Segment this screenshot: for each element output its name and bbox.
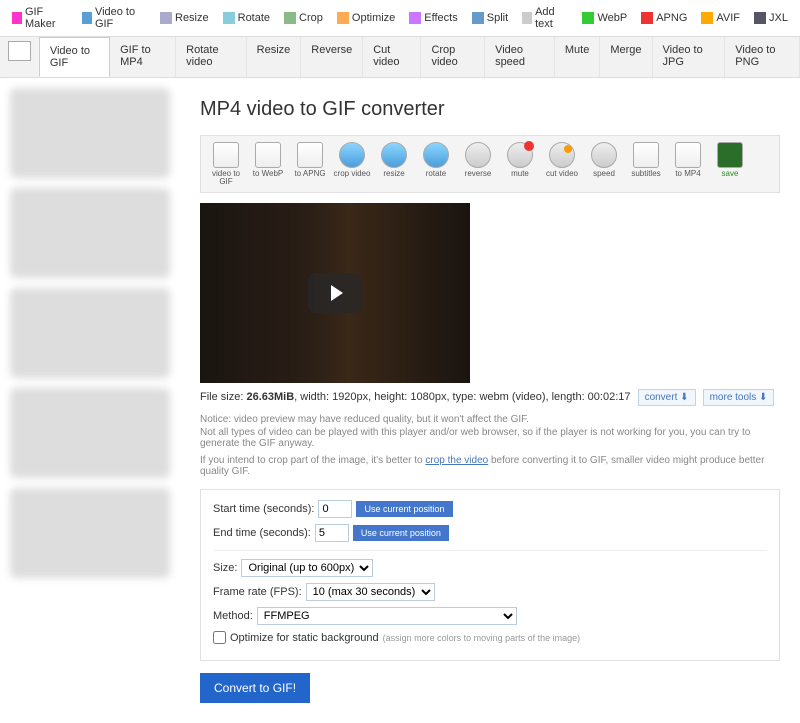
video-icon bbox=[82, 12, 92, 24]
subtitles-icon bbox=[633, 142, 659, 168]
text-icon bbox=[522, 12, 532, 24]
size-select[interactable]: Original (up to 600px) bbox=[241, 559, 373, 577]
to-MP4-icon bbox=[675, 142, 701, 168]
topnav-split[interactable]: Split bbox=[472, 6, 508, 30]
sidebar-ads bbox=[0, 78, 180, 723]
crop-video-icon bbox=[339, 142, 365, 168]
to-WebP-icon bbox=[255, 142, 281, 168]
subnav-crop-video[interactable]: Crop video bbox=[421, 37, 485, 77]
tool-to-APNG[interactable]: to APNG bbox=[289, 140, 331, 188]
top-nav: GIF Maker Video to GIF Resize Rotate Crop Opt… bbox=[0, 0, 800, 37]
topnav-gif[interactable]: GIF Maker bbox=[12, 6, 68, 30]
size-label: Size: bbox=[213, 562, 237, 574]
topnav-text[interactable]: Add text bbox=[522, 6, 568, 30]
subnav-video-to-jpg[interactable]: Video to JPG bbox=[653, 37, 726, 77]
video-to-GIF-icon bbox=[213, 142, 239, 168]
logo-icon bbox=[8, 41, 31, 61]
tool-reverse[interactable]: reverse bbox=[457, 140, 499, 188]
page-title: MP4 video to GIF converter bbox=[200, 98, 780, 121]
subnav-video-to-gif[interactable]: Video to GIF bbox=[39, 37, 110, 77]
subnav-merge[interactable]: Merge bbox=[600, 37, 652, 77]
topnav-optimize[interactable]: Optimize bbox=[337, 6, 395, 30]
apng-icon bbox=[641, 12, 653, 24]
optimize-hint: (assign more colors to moving parts of t… bbox=[383, 633, 581, 643]
subnav-video-speed[interactable]: Video speed bbox=[485, 37, 555, 77]
topnav-avif[interactable]: AVIF bbox=[701, 6, 740, 30]
end-time-input[interactable] bbox=[315, 524, 349, 542]
more-tools-link[interactable]: more tools ⬇ bbox=[703, 389, 775, 406]
speed-icon bbox=[591, 142, 617, 168]
tool-speed[interactable]: speed bbox=[583, 140, 625, 188]
crop-video-link[interactable]: crop the video bbox=[425, 455, 488, 466]
fps-label: Frame rate (FPS): bbox=[213, 586, 302, 598]
webp-icon bbox=[582, 12, 594, 24]
optimize-label: Optimize for static background bbox=[230, 632, 379, 644]
topnav-jxl[interactable]: JXL bbox=[754, 6, 788, 30]
reverse-icon bbox=[465, 142, 491, 168]
topnav-video[interactable]: Video to GIF bbox=[82, 6, 146, 30]
resize-icon bbox=[160, 12, 172, 24]
tool-to-WebP[interactable]: to WebP bbox=[247, 140, 289, 188]
method-label: Method: bbox=[213, 610, 253, 622]
use-current-end-button[interactable]: Use current position bbox=[353, 525, 449, 541]
tool-rotate[interactable]: rotate bbox=[415, 140, 457, 188]
subnav-reverse[interactable]: Reverse bbox=[301, 37, 363, 77]
cut-video-icon bbox=[549, 142, 575, 168]
rotate-icon bbox=[423, 142, 449, 168]
jxl-icon bbox=[754, 12, 766, 24]
play-icon[interactable] bbox=[308, 273, 362, 313]
video-player[interactable] bbox=[200, 203, 470, 383]
use-current-start-button[interactable]: Use current position bbox=[356, 501, 452, 517]
topnav-webp[interactable]: WebP bbox=[582, 6, 627, 30]
end-time-label: End time (seconds): bbox=[213, 527, 311, 539]
notice-text: Not all types of video can be played wit… bbox=[200, 427, 780, 449]
tool-crop-video[interactable]: crop video bbox=[331, 140, 373, 188]
avif-icon bbox=[701, 12, 713, 24]
notice-text: If you intend to crop part of the image,… bbox=[200, 455, 780, 477]
subnav-mute[interactable]: Mute bbox=[555, 37, 600, 77]
file-info: File size: 26.63MiB, width: 1920px, heig… bbox=[200, 389, 780, 406]
method-select[interactable]: FFMPEG bbox=[257, 607, 517, 625]
subnav-rotate-video[interactable]: Rotate video bbox=[176, 37, 246, 77]
topnav-effects[interactable]: Effects bbox=[409, 6, 457, 30]
mute-icon bbox=[507, 142, 533, 168]
topnav-apng[interactable]: APNG bbox=[641, 6, 687, 30]
tool-video-to-GIF[interactable]: video to GIF bbox=[205, 140, 247, 188]
main-content: MP4 video to GIF converter video to GIFt… bbox=[180, 78, 800, 723]
crop-icon bbox=[284, 12, 296, 24]
topnav-crop[interactable]: Crop bbox=[284, 6, 323, 30]
tool-save[interactable]: save bbox=[709, 140, 751, 188]
optimize-checkbox[interactable] bbox=[213, 631, 226, 644]
tool-subtitles[interactable]: subtitles bbox=[625, 140, 667, 188]
settings-form: Start time (seconds): Use current positi… bbox=[200, 489, 780, 661]
tool-to-MP4[interactable]: to MP4 bbox=[667, 140, 709, 188]
resize-icon bbox=[381, 142, 407, 168]
tool-mute[interactable]: mute bbox=[499, 140, 541, 188]
tool-cut-video[interactable]: cut video bbox=[541, 140, 583, 188]
optimize-icon bbox=[337, 12, 349, 24]
convert-button[interactable]: Convert to GIF! bbox=[200, 673, 310, 703]
topnav-rotate[interactable]: Rotate bbox=[223, 6, 270, 30]
gif-icon bbox=[12, 12, 22, 24]
to-APNG-icon bbox=[297, 142, 323, 168]
subnav-video-to-png[interactable]: Video to PNG bbox=[725, 37, 800, 77]
tool-bar: video to GIFto WebPto APNGcrop videoresi… bbox=[200, 135, 780, 193]
fps-select[interactable]: 10 (max 30 seconds) bbox=[306, 583, 435, 601]
subnav-gif-to-mp4[interactable]: GIF to MP4 bbox=[110, 37, 176, 77]
subnav-cut-video[interactable]: Cut video bbox=[363, 37, 421, 77]
save-icon bbox=[717, 142, 743, 168]
sub-nav: Video to GIFGIF to MP4Rotate videoResize… bbox=[0, 37, 800, 78]
notice-text: Notice: video preview may have reduced q… bbox=[200, 414, 780, 425]
topnav-resize[interactable]: Resize bbox=[160, 6, 209, 30]
convert-link[interactable]: convert ⬇ bbox=[638, 389, 696, 406]
split-icon bbox=[472, 12, 484, 24]
subnav-resize[interactable]: Resize bbox=[247, 37, 302, 77]
tool-resize[interactable]: resize bbox=[373, 140, 415, 188]
start-time-input[interactable] bbox=[318, 500, 352, 518]
start-time-label: Start time (seconds): bbox=[213, 503, 314, 515]
rotate-icon bbox=[223, 12, 235, 24]
effects-icon bbox=[409, 12, 421, 24]
